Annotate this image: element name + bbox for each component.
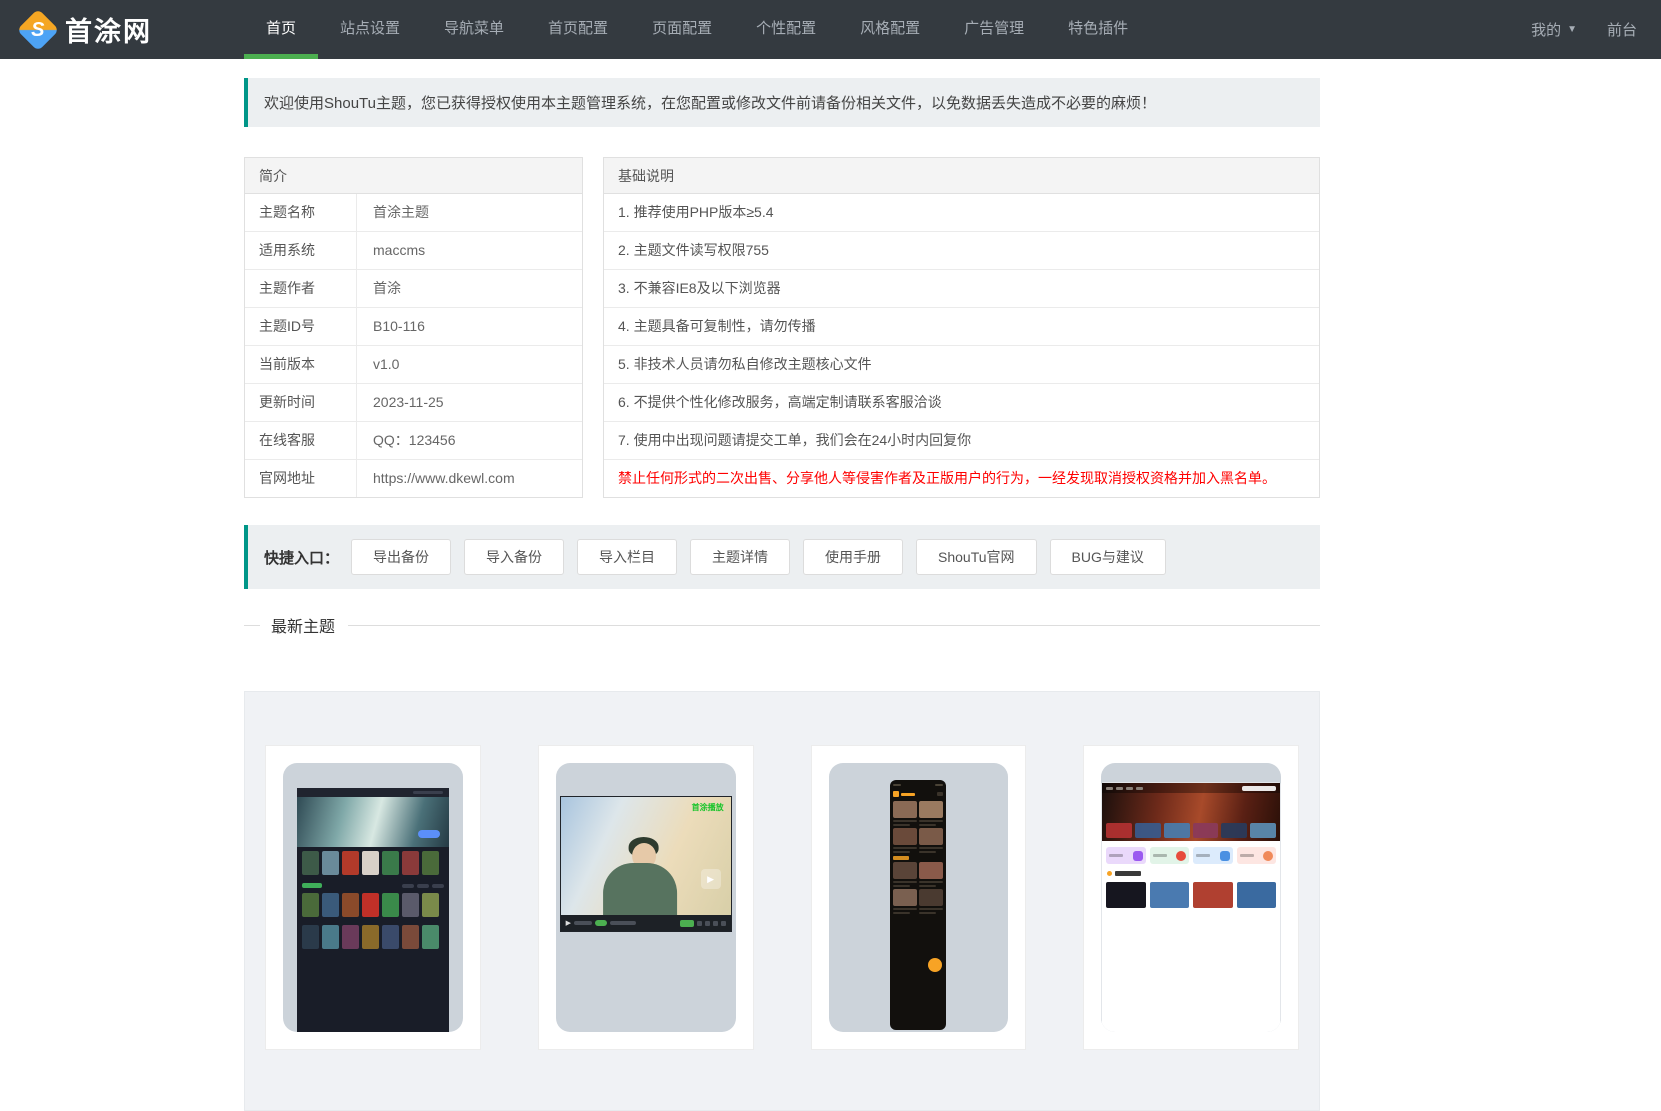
- nav-menu: 首页 站点设置 导航菜单 首页配置 页面配置 个性配置 风格配置 广告管理 特色…: [244, 0, 1150, 59]
- theme1-thumb: [283, 763, 463, 1032]
- table-row: 在线客服 QQ：123456: [245, 421, 582, 459]
- chevron-down-icon: ▼: [1567, 24, 1577, 35]
- theme-card-1[interactable]: [265, 745, 481, 1050]
- latest-themes-title-text: 最新主题: [271, 619, 336, 636]
- nav-item-nav-menu[interactable]: 导航菜单: [422, 0, 526, 59]
- theme-detail-button[interactable]: 主题详情: [690, 539, 791, 575]
- main-content: 欢迎使用ShouTu主题，您已获得授权使用本主题管理系统，在您配置或修改文件前请…: [244, 78, 1320, 1111]
- divider: [244, 624, 260, 626]
- theme4-preview-image: [1102, 783, 1281, 1032]
- table-row-site-url: 官网地址 https://www.dkewl.com: [245, 459, 582, 497]
- frontend-link[interactable]: 前台: [1607, 19, 1637, 40]
- nav-item-ad-manage[interactable]: 广告管理: [942, 0, 1046, 59]
- user-manual-button[interactable]: 使用手册: [803, 539, 904, 575]
- theme-card-3[interactable]: [810, 745, 1027, 1050]
- note-row: 3. 不兼容IE8及以下浏览器: [604, 269, 1319, 307]
- theme2-preview-image: 首涂播放 ▶ ▶: [559, 796, 732, 932]
- theme-card-4[interactable]: [1083, 745, 1299, 1050]
- note-row: 5. 非技术人员请勿私自修改主题核心文件: [604, 345, 1319, 383]
- my-dropdown[interactable]: 我的 ▼: [1531, 19, 1577, 40]
- nav-item-home[interactable]: 首页: [244, 0, 319, 59]
- player-watermark: 首涂播放: [691, 803, 724, 812]
- table-row: 适用系统 maccms: [245, 231, 582, 269]
- nav-item-style-config[interactable]: 风格配置: [838, 0, 942, 59]
- latest-themes-title: 最新主题: [244, 613, 1320, 637]
- nav-item-site-settings[interactable]: 站点设置: [318, 0, 422, 59]
- nav-item-featured-plugins[interactable]: 特色插件: [1046, 0, 1150, 59]
- logo[interactable]: S 首涂网: [0, 0, 244, 59]
- notes-panel-header: 基础说明: [604, 158, 1319, 194]
- note-row: 2. 主题文件读写权限755: [604, 231, 1319, 269]
- theme3-thumb: [828, 763, 1009, 1032]
- nav-item-personal-config[interactable]: 个性配置: [734, 0, 838, 59]
- note-row: 4. 主题具备可复制性，请勿传播: [604, 307, 1319, 345]
- note-row: 7. 使用中出现问题请提交工单，我们会在24小时内回复你: [604, 421, 1319, 459]
- warning-row: 禁止任何形式的二次出售、分享他人等侵害作者及正版用户的行为，一经发现取消授权资格…: [604, 459, 1319, 497]
- note-row: 6. 不提供个性化修改服务，高端定制请联系客服洽谈: [604, 383, 1319, 421]
- import-category-button[interactable]: 导入栏目: [577, 539, 678, 575]
- play-icon: ▶: [565, 919, 572, 927]
- import-backup-button[interactable]: 导入备份: [464, 539, 565, 575]
- shoutu-site-button[interactable]: ShouTu官网: [916, 539, 1037, 575]
- export-backup-button[interactable]: 导出备份: [351, 539, 452, 575]
- my-dropdown-label: 我的: [1531, 22, 1562, 39]
- divider: [348, 624, 1320, 626]
- top-navbar: S 首涂网 首页 站点设置 导航菜单 首页配置 页面配置 个性配置 风格配置 广…: [0, 0, 1661, 59]
- table-row: 主题作者 首涂: [245, 269, 582, 307]
- theme4-thumb: [1101, 763, 1281, 1032]
- quick-entry-label: 快捷入口：: [264, 549, 340, 567]
- intro-panel-header: 简介: [245, 158, 582, 194]
- theme3-fab-icon: [928, 958, 943, 972]
- theme3-preview-image: [890, 780, 947, 1030]
- theme2-thumb: 首涂播放 ▶ ▶: [555, 763, 736, 1032]
- table-row: 主题名称 首涂主题: [245, 194, 582, 231]
- note-row: 1. 推荐使用PHP版本≥5.4: [618, 204, 774, 220]
- bug-suggest-button[interactable]: BUG与建议: [1049, 539, 1166, 575]
- welcome-alert: 欢迎使用ShouTu主题，您已获得授权使用本主题管理系统，在您配置或修改文件前请…: [244, 78, 1320, 127]
- theme-card-2[interactable]: 首涂播放 ▶ ▶: [537, 745, 754, 1050]
- nav-item-page-config[interactable]: 页面配置: [630, 0, 734, 59]
- table-row: 当前版本 v1.0: [245, 345, 582, 383]
- table-row: 更新时间 2023-11-25: [245, 383, 582, 421]
- logo-text: 首涂网: [65, 17, 152, 47]
- play-icon: ▶: [700, 869, 721, 889]
- latest-themes-panel: 首涂播放 ▶ ▶: [244, 691, 1320, 1111]
- notes-panel: 基础说明 1. 推荐使用PHP版本≥5.4 2. 主题文件读写权限755 3. …: [603, 157, 1320, 498]
- nav-item-home-config[interactable]: 首页配置: [526, 0, 630, 59]
- table-row: 主题ID号 B10-116: [245, 307, 582, 345]
- intro-panel: 简介 主题名称 首涂主题 适用系统 maccms 主题作者 首涂 主题ID号 B…: [244, 157, 583, 498]
- quick-entry-bar: 快捷入口： 导出备份 导入备份 导入栏目 主题详情 使用手册 ShouTu官网 …: [244, 525, 1320, 589]
- logo-icon: S: [16, 8, 60, 51]
- theme1-preview-image: [296, 788, 449, 1032]
- player-controls: ▶: [560, 915, 731, 931]
